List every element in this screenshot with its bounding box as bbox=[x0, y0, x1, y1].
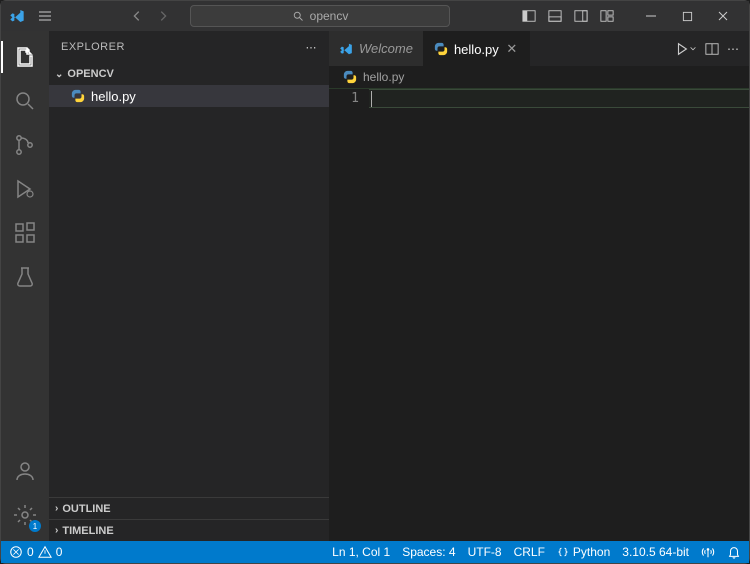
vscode-logo-icon bbox=[9, 8, 25, 24]
language-braces-icon bbox=[557, 546, 569, 558]
warning-count: 0 bbox=[56, 545, 63, 559]
editor-area: Welcome hello.py ✕ ⋯ bbox=[329, 31, 749, 541]
breadcrumb-file: hello.py bbox=[363, 70, 404, 84]
run-button[interactable] bbox=[675, 42, 697, 56]
status-cursor-position[interactable]: Ln 1, Col 1 bbox=[332, 545, 390, 559]
menu-button[interactable] bbox=[33, 8, 57, 24]
activity-bar: 1 bbox=[1, 31, 49, 541]
timeline-label: TIMELINE bbox=[62, 525, 113, 537]
file-tree-item[interactable]: hello.py bbox=[49, 85, 329, 107]
line-number: 1 bbox=[329, 89, 359, 108]
line-gutter: 1 bbox=[329, 89, 369, 541]
status-bar: 0 0 Ln 1, Col 1 Spaces: 4 UTF-8 CRLF Pyt… bbox=[1, 541, 749, 563]
folder-header[interactable]: ⌄ OPENCV bbox=[49, 63, 329, 85]
sidebar-title: EXPLORER bbox=[61, 41, 125, 53]
file-name: hello.py bbox=[91, 89, 136, 104]
activity-explorer[interactable] bbox=[1, 37, 49, 77]
activity-search[interactable] bbox=[1, 81, 49, 121]
layout-panel-icon[interactable] bbox=[545, 6, 565, 26]
tab-hello-py[interactable]: hello.py ✕ bbox=[424, 31, 530, 66]
vscode-icon bbox=[339, 42, 353, 56]
status-encoding[interactable]: UTF-8 bbox=[468, 545, 502, 559]
chevron-right-icon: › bbox=[55, 503, 58, 514]
outline-label: OUTLINE bbox=[62, 503, 110, 515]
activity-settings[interactable]: 1 bbox=[1, 495, 49, 535]
error-count: 0 bbox=[27, 545, 34, 559]
status-problems[interactable]: 0 0 bbox=[9, 545, 62, 559]
window-maximize-button[interactable] bbox=[669, 1, 705, 31]
layout-customize-icon[interactable] bbox=[597, 6, 617, 26]
sidebar-more-button[interactable]: ⋯ bbox=[306, 41, 318, 54]
split-editor-button[interactable] bbox=[705, 42, 719, 56]
search-icon bbox=[292, 10, 304, 22]
status-notifications-button[interactable] bbox=[727, 545, 741, 559]
error-icon bbox=[9, 545, 23, 559]
timeline-section[interactable]: › TIMELINE bbox=[49, 519, 329, 541]
activity-testing[interactable] bbox=[1, 257, 49, 297]
activity-source-control[interactable] bbox=[1, 125, 49, 165]
editor-more-button[interactable]: ⋯ bbox=[727, 42, 739, 56]
radio-tower-icon bbox=[701, 545, 715, 559]
nav-back-button[interactable] bbox=[126, 9, 148, 23]
settings-badge-icon: 1 bbox=[29, 520, 41, 532]
layout-sidebar-left-icon[interactable] bbox=[519, 6, 539, 26]
tab-close-button[interactable]: ✕ bbox=[505, 41, 519, 57]
search-text: opencv bbox=[310, 9, 349, 23]
tab-label: hello.py bbox=[454, 42, 499, 57]
activity-run-debug[interactable] bbox=[1, 169, 49, 209]
tab-label: Welcome bbox=[359, 41, 413, 56]
status-interpreter[interactable]: 3.10.5 64-bit bbox=[622, 545, 689, 559]
status-indentation[interactable]: Spaces: 4 bbox=[402, 545, 455, 559]
activity-extensions[interactable] bbox=[1, 213, 49, 253]
chevron-right-icon: › bbox=[55, 525, 58, 536]
activity-accounts[interactable] bbox=[1, 451, 49, 491]
chevron-down-icon: ⌄ bbox=[55, 69, 63, 80]
tab-bar: Welcome hello.py ✕ ⋯ bbox=[329, 31, 749, 66]
status-feedback-button[interactable] bbox=[701, 545, 715, 559]
nav-forward-button[interactable] bbox=[152, 9, 174, 23]
outline-section[interactable]: › OUTLINE bbox=[49, 497, 329, 519]
python-file-icon bbox=[343, 70, 357, 84]
window-minimize-button[interactable] bbox=[633, 1, 669, 31]
tab-welcome[interactable]: Welcome bbox=[329, 31, 424, 66]
status-language-label: Python bbox=[573, 545, 610, 559]
current-line-highlight bbox=[369, 89, 749, 108]
python-file-icon bbox=[71, 89, 85, 103]
layout-sidebar-right-icon[interactable] bbox=[571, 6, 591, 26]
folder-name: OPENCV bbox=[67, 68, 113, 80]
bell-icon bbox=[727, 545, 741, 559]
command-center-search[interactable]: opencv bbox=[190, 5, 450, 27]
breadcrumb[interactable]: hello.py bbox=[329, 66, 749, 88]
code-editor[interactable]: 1 bbox=[329, 88, 749, 541]
text-cursor bbox=[371, 91, 372, 107]
sidebar: EXPLORER ⋯ ⌄ OPENCV hello.py › OUTLINE ›… bbox=[49, 31, 329, 541]
python-file-icon bbox=[434, 42, 448, 56]
warning-icon bbox=[38, 545, 52, 559]
status-eol[interactable]: CRLF bbox=[514, 545, 545, 559]
window-close-button[interactable] bbox=[705, 1, 741, 31]
status-language[interactable]: Python bbox=[557, 545, 610, 559]
titlebar: opencv bbox=[1, 1, 749, 31]
